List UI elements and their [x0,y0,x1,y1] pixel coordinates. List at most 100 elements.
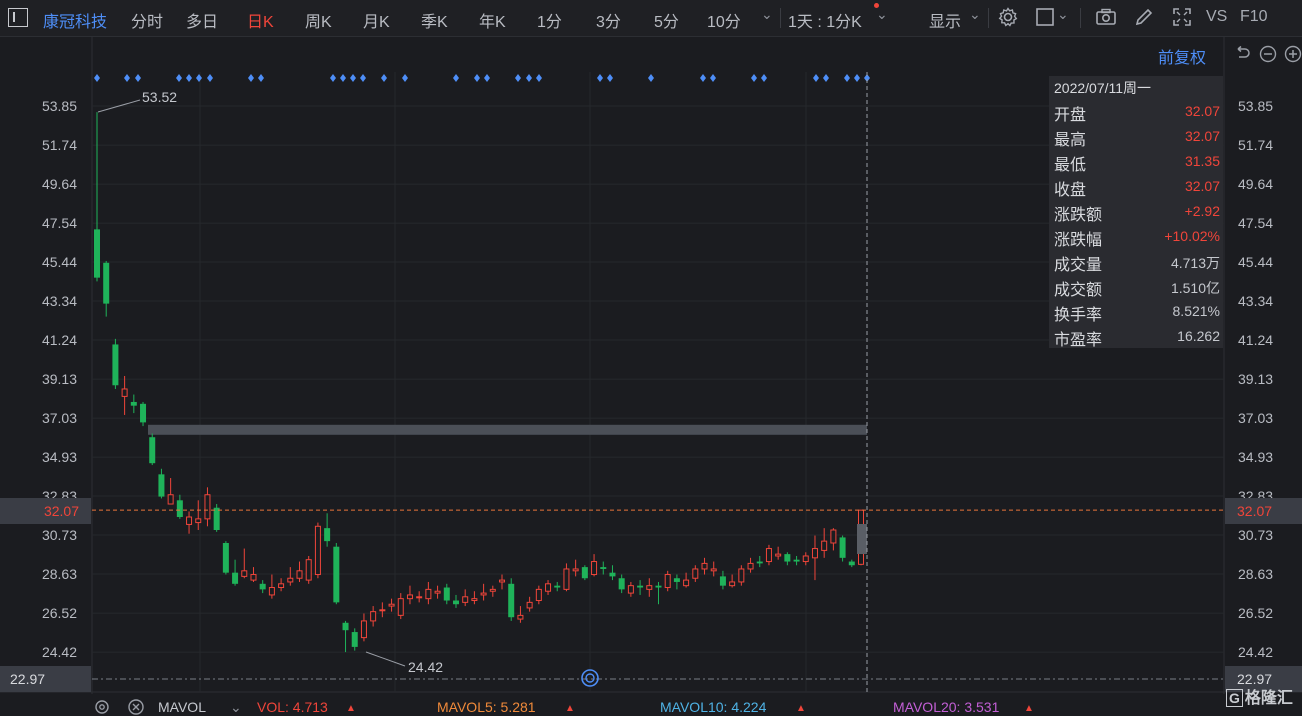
info-value: 16.262 [1177,328,1220,344]
price-tick-left: 43.34 [41,293,77,310]
candle-body [554,585,561,588]
candle-body [729,581,736,587]
candle-body [195,518,202,524]
candle-body [683,579,690,587]
event-marker [710,74,716,82]
candle-body [213,507,220,530]
indicator-name[interactable]: MAVOL [158,699,206,715]
candle-body [103,262,110,304]
info-label: 开盘 [1054,107,1087,124]
event-marker [607,74,613,82]
candle-body [821,540,828,551]
candle-body [434,590,441,594]
low-leader-line [365,651,406,667]
event-marker [258,74,264,82]
price-tick-right: 53.85 [1238,98,1274,114]
watermark-logo: G 格隆汇 [1226,684,1293,708]
event-marker [823,74,829,82]
candle-body [140,403,147,423]
chevron-down-icon[interactable]: ⌄ [230,699,242,716]
candle-body [591,561,598,576]
vol-value: VOL: 4.713 [257,699,328,715]
candle-body [664,574,671,589]
event-marker [751,74,757,82]
info-label: 成交量 [1054,257,1103,274]
candle-body [747,562,754,570]
event-marker [453,74,459,82]
candle-body [701,562,708,570]
info-row: 最高 32.07 [1054,126,1220,149]
event-marker [761,74,767,82]
arrow-up-icon: ▲ [346,703,356,714]
candle-body [848,561,855,566]
candle-body [443,587,450,601]
info-label: 涨跌幅 [1054,232,1103,249]
candle-body [158,474,165,497]
candle-body [250,574,257,581]
event-marker [340,74,346,82]
close-indicator-icon[interactable] [127,698,145,716]
event-marker [207,74,213,82]
event-marker [381,74,387,82]
price-tick-right: 47.54 [1238,215,1274,232]
candle-body [379,609,386,612]
price-tick-left: 47.54 [41,215,77,232]
candle-body [499,579,506,583]
info-label: 最高 [1054,132,1087,149]
price-tick-left: 41.24 [41,331,77,348]
info-value: 4.713万 [1170,255,1220,271]
price-tick-left: 39.13 [41,371,77,388]
price-tick-left: 24.42 [41,644,77,661]
candle-body [673,578,680,582]
candle-body [112,344,119,386]
info-value: 32.07 [1184,103,1220,119]
candle-body [222,542,229,573]
current-price-value: 32.07 [43,503,79,519]
event-marker [515,74,521,82]
price-tick-left: 49.64 [41,176,77,193]
candle-body [94,229,100,278]
info-value: 31.35 [1184,153,1220,169]
price-band [148,424,867,435]
candle-body [388,603,395,607]
info-value: +2.92 [1184,203,1220,219]
price-tick-left: 26.52 [41,605,77,622]
price-tick-right: 30.73 [1238,527,1274,543]
event-marker [330,74,336,82]
event-marker [484,74,490,82]
event-marker [248,74,254,82]
info-row: 开盘 32.07 [1054,101,1220,124]
info-label: 换手率 [1054,307,1103,324]
candle-body [526,601,533,609]
candle-body [545,583,552,592]
candle-body [517,614,524,620]
candle-body [719,576,726,586]
candle-body [351,632,358,647]
candle-body [775,553,782,557]
candle-body [563,568,570,590]
candle-body [296,570,303,579]
indicator-settings-icon[interactable] [93,698,111,716]
info-label: 市盈率 [1054,332,1103,349]
candle-body [167,494,174,505]
candle-body [710,568,717,572]
event-marker [536,74,542,82]
event-marker [526,74,532,82]
candle-body [765,548,772,563]
event-marker [648,74,654,82]
price-tick-right: 37.03 [1238,410,1274,427]
candle-body [692,568,699,579]
candle-body [149,437,156,464]
candle-body [176,500,183,518]
candle-body [268,587,275,596]
low-price-value: 22.97 [10,671,46,687]
info-row: 市盈率 16.262 [1054,326,1220,349]
event-marker [135,74,141,82]
candle-body [489,588,496,592]
info-label: 最低 [1054,157,1087,174]
info-row: 涨跌幅 +10.02% [1054,226,1220,249]
candle-body [204,494,211,520]
candle-body [278,583,285,589]
candle-body [287,577,294,583]
price-tick-right: 28.63 [1238,565,1274,582]
